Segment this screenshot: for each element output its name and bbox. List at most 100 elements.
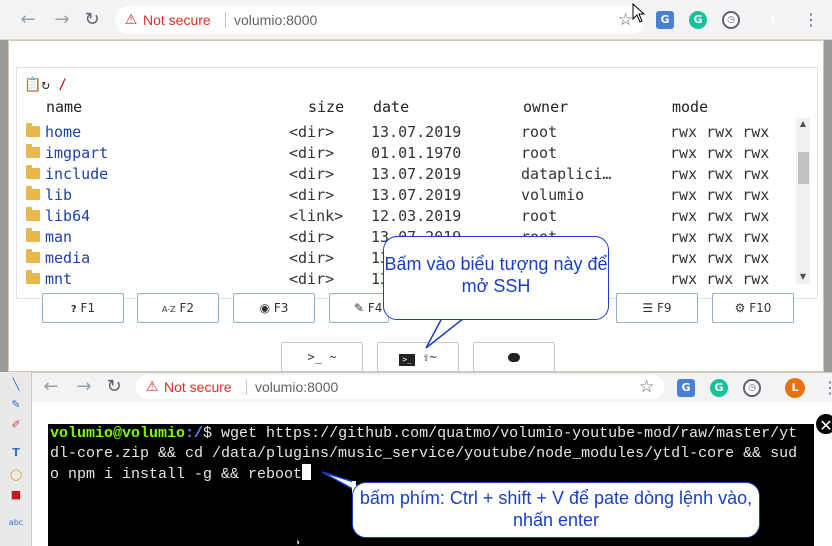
translate-icon-2[interactable]: G <box>677 379 695 397</box>
file-mode: rwx rwx rwx <box>670 228 770 246</box>
callout-tool-icon[interactable]: ◯ <box>8 468 24 482</box>
column-name[interactable]: name <box>46 98 82 116</box>
avatar-2[interactable]: L <box>785 378 805 398</box>
line-tool-icon[interactable]: ╲ <box>8 378 24 392</box>
file-name[interactable]: imgpart <box>45 144 108 162</box>
stamp-tool-icon[interactable]: ■ <box>8 488 24 502</box>
address-bar-2[interactable]: ⚠ Not secure volumio:8000 ☆ <box>136 375 664 399</box>
file-name[interactable]: lib64 <box>45 207 90 225</box>
f9-menu-button[interactable]: ☰ F9 <box>616 293 698 323</box>
browser2-toolbar: ← → ↻ ⚠ Not secure volumio:8000 ☆ G G ◷ … <box>32 372 832 402</box>
menu-icon-2[interactable]: ⋮ <box>822 379 832 397</box>
f3-view-button[interactable]: ◉ F3 <box>233 293 315 323</box>
mouse-pointer-icon-2 <box>296 536 301 546</box>
address-bar[interactable]: ⚠ Not secure volumio:8000 ☆ <box>115 6 645 34</box>
bookmark-star-icon-2[interactable]: ☆ <box>639 377 654 397</box>
f1-label: F1 <box>80 301 96 315</box>
current-path[interactable]: / <box>58 77 66 93</box>
clipboard-refresh-icon[interactable]: 📋↻ <box>24 77 50 93</box>
mouse-pointer-icon <box>632 3 646 23</box>
folder-icon <box>26 270 40 284</box>
file-owner: dataplici… <box>521 165 612 183</box>
reload-button-2[interactable]: ↻ <box>103 376 125 398</box>
translate-icon[interactable]: G <box>656 11 674 29</box>
folder-icon <box>26 123 40 137</box>
divider-2 <box>246 379 247 395</box>
history-icon-2[interactable]: ◷ <box>743 379 761 397</box>
chat-bubble-icon <box>508 353 520 362</box>
grammarly-icon-2[interactable]: G <box>710 379 728 397</box>
back-button-2[interactable]: ← <box>40 376 62 398</box>
bookmark-star-icon[interactable]: ☆ <box>618 10 633 30</box>
file-name[interactable]: include <box>45 165 108 183</box>
column-size[interactable]: size <box>308 98 344 116</box>
pen-tool-icon[interactable]: ✎ <box>8 398 24 412</box>
file-row[interactable]: include <dir> 13.07.2019 dataplici… rwx rwx … <box>24 165 804 186</box>
folder-icon <box>26 228 40 242</box>
column-date[interactable]: date <box>373 98 409 116</box>
file-size: <dir> <box>289 270 335 288</box>
file-date: 13.07.2019 <box>371 186 462 204</box>
terminal-icon: >_ <box>399 354 416 366</box>
avatar[interactable]: L <box>764 10 784 30</box>
file-owner: root <box>521 123 558 141</box>
security-status-2[interactable]: Not secure <box>164 379 232 395</box>
folder-link-icon <box>26 207 40 221</box>
security-status[interactable]: Not secure <box>143 12 211 28</box>
file-size: <dir> <box>289 165 335 183</box>
f1-help-button[interactable]: ? F1 <box>42 293 124 323</box>
f10-settings-button[interactable]: ⚙ F10 <box>712 293 794 323</box>
column-owner[interactable]: owner <box>523 98 568 116</box>
file-list-scrollbar[interactable]: ▲ ▼ <box>796 118 810 284</box>
terminal-line-2: dl-core.zip && cd /data/plugins/music_se… <box>50 445 798 462</box>
left-toolbar: ╲ ✎ ✐ T ◯ ■ abc <box>0 372 32 546</box>
browser-toolbar: ← → ↻ ⚠ Not secure volumio:8000 ☆ G G ◷ … <box>0 0 832 40</box>
scroll-down-icon[interactable]: ▼ <box>796 271 810 283</box>
scroll-thumb[interactable] <box>798 152 809 184</box>
file-date: 01.01.1970 <box>371 144 462 162</box>
file-name[interactable]: mnt <box>45 270 72 288</box>
file-row[interactable]: imgpart <dir> 01.01.1970 root rwx rwx rwx <box>24 144 804 165</box>
url-text-2[interactable]: volumio:8000 <box>255 379 338 395</box>
file-name[interactable]: man <box>45 228 72 246</box>
file-size: <dir> <box>289 144 335 162</box>
f2-sort-button[interactable]: A-Z F2 <box>137 293 219 323</box>
file-name[interactable]: media <box>45 249 90 267</box>
file-size: <dir> <box>289 123 335 141</box>
reload-button[interactable]: ↻ <box>81 9 103 31</box>
forward-button-2[interactable]: → <box>73 376 95 398</box>
folder-icon <box>26 165 40 179</box>
console-button[interactable]: >_ ~ <box>281 342 363 372</box>
file-mode: rwx rwx rwx <box>670 144 770 162</box>
menu-icon[interactable]: ⋮ <box>803 11 819 29</box>
file-name[interactable]: lib <box>45 186 72 204</box>
file-date: 13.07.2019 <box>371 123 462 141</box>
file-mode: rwx rwx rwx <box>670 123 770 141</box>
spellcheck-tool-icon[interactable]: abc <box>8 516 24 530</box>
history-icon[interactable]: ◷ <box>722 11 740 29</box>
back-button[interactable]: ← <box>17 9 39 31</box>
gear-icon: ⚙ <box>734 301 746 315</box>
file-row[interactable]: lib64 <link> 12.03.2019 root rwx rwx rwx <box>24 207 804 228</box>
grammarly-icon[interactable]: G <box>689 11 707 29</box>
file-row[interactable]: home <dir> 13.07.2019 root rwx rwx rwx <box>24 123 804 144</box>
f3-label: F3 <box>273 301 289 315</box>
text-tool-icon[interactable]: T <box>8 446 24 460</box>
scroll-up-icon[interactable]: ▲ <box>796 118 810 130</box>
menu-lines-icon: ☰ <box>642 301 654 315</box>
command-text-3: o npm i install -g && reboot <box>50 466 303 483</box>
file-owner: volumio <box>521 186 585 204</box>
file-row[interactable]: lib <dir> 13.07.2019 volumio rwx rwx rwx <box>24 186 804 207</box>
f4-label: F4 <box>367 301 383 315</box>
file-date: 12.03.2019 <box>371 207 462 225</box>
forward-button[interactable]: → <box>51 9 73 31</box>
brush-tool-icon[interactable]: ✐ <box>8 418 24 432</box>
close-icon[interactable]: ✕ <box>814 412 832 436</box>
f4-edit-button[interactable]: ✎ F4 <box>329 293 389 323</box>
terminal-cursor <box>302 464 312 480</box>
file-name[interactable]: home <box>45 123 81 141</box>
url-text[interactable]: volumio:8000 <box>234 12 317 28</box>
file-size: <link> <box>289 207 344 225</box>
column-mode[interactable]: mode <box>672 98 708 116</box>
file-mode: rwx rwx rwx <box>670 270 770 288</box>
